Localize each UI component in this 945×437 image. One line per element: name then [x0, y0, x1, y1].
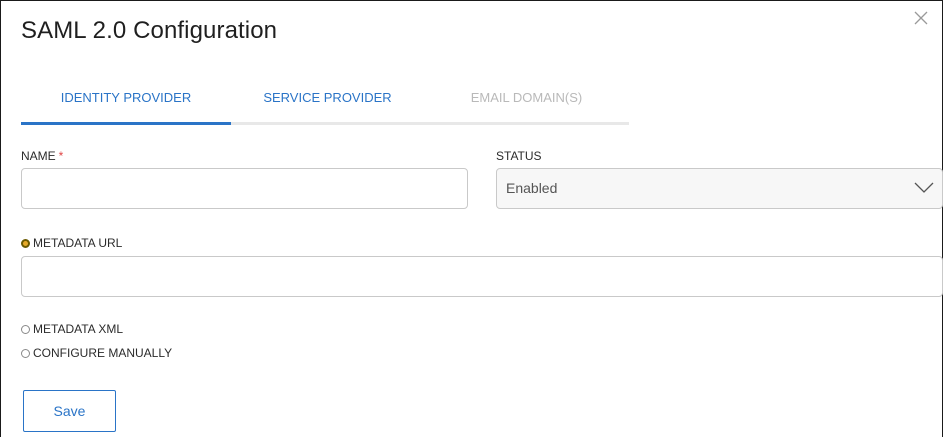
chevron-down-icon — [914, 181, 934, 198]
status-select[interactable]: Enabled — [496, 168, 943, 209]
metadata-url-input[interactable] — [21, 256, 943, 297]
close-icon[interactable] — [914, 11, 932, 29]
name-label-text: NAME — [21, 149, 56, 163]
radio-metadata-xml[interactable]: METADATA XML — [21, 322, 123, 336]
required-marker: * — [58, 149, 64, 163]
radio-configure-manually[interactable]: CONFIGURE MANUALLY — [21, 346, 172, 360]
status-label: STATUS — [496, 149, 542, 163]
status-selected-value: Enabled — [506, 180, 558, 196]
metadata-xml-label: METADATA XML — [33, 322, 124, 336]
radio-unselected-icon — [21, 324, 30, 334]
tab-bar: IDENTITY PROVIDER SERVICE PROVIDER EMAIL… — [21, 79, 629, 125]
metadata-url-label: METADATA URL — [33, 236, 123, 250]
name-input[interactable] — [21, 168, 468, 209]
tab-service-provider[interactable]: SERVICE PROVIDER — [231, 79, 424, 125]
radio-unselected-icon — [21, 348, 30, 358]
tab-identity-provider[interactable]: IDENTITY PROVIDER — [21, 79, 231, 125]
configure-manually-label: CONFIGURE MANUALLY — [33, 346, 173, 360]
saml-config-dialog: SAML 2.0 Configuration IDENTITY PROVIDER… — [0, 0, 943, 437]
tab-email-domains: EMAIL DOMAIN(S) — [470, 90, 583, 105]
radio-metadata-url[interactable]: METADATA URL — [21, 236, 122, 250]
dialog-title: SAML 2.0 Configuration — [21, 17, 278, 44]
name-label: NAME * — [21, 149, 63, 163]
radio-selected-icon — [21, 238, 30, 248]
save-button[interactable]: Save — [23, 390, 116, 432]
